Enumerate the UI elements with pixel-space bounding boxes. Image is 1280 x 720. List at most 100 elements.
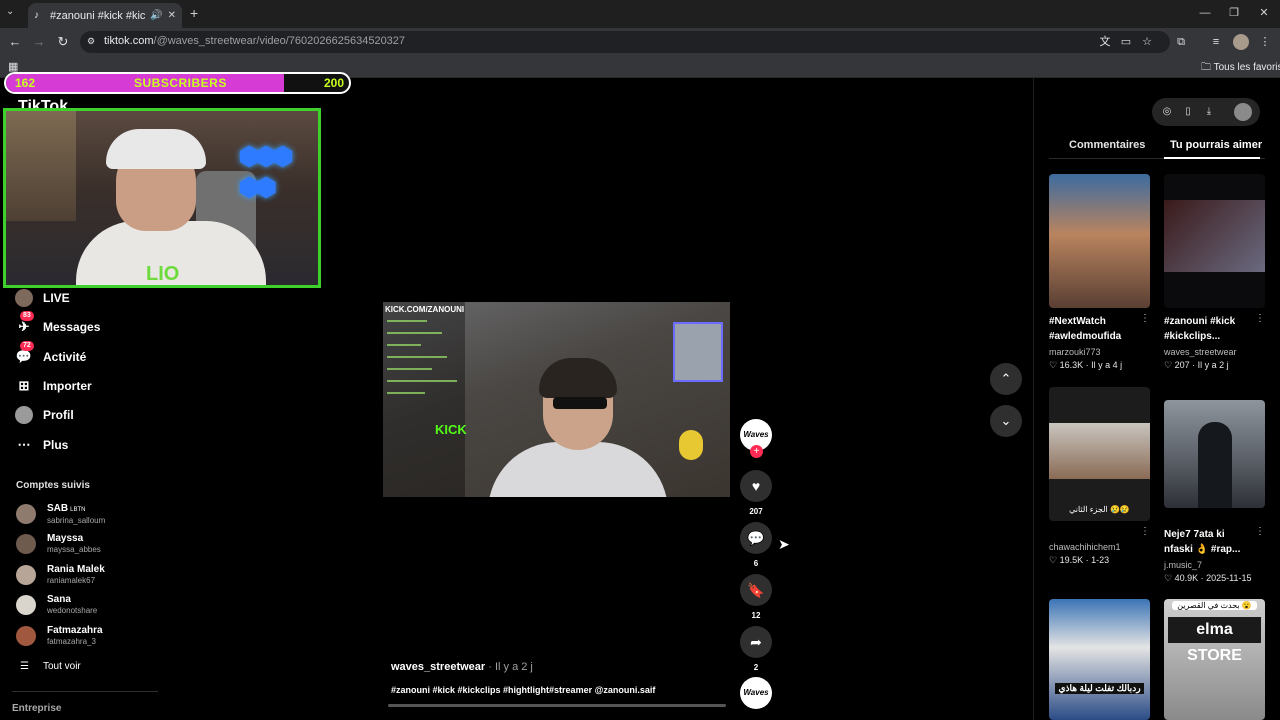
card-more-icon[interactable]: ⋮ [1140, 313, 1150, 324]
avatar [16, 626, 36, 646]
new-tab-icon[interactable]: + [190, 5, 198, 21]
card-user[interactable]: chawachihichem1 [1049, 542, 1121, 552]
following-name: SAB [47, 502, 69, 514]
window-close-icon[interactable]: ✕ [1254, 4, 1274, 22]
card-user[interactable]: waves_streetwear [1164, 347, 1237, 357]
video-description[interactable]: #zanouni #kick #kickclips #hightlight#st… [391, 685, 655, 695]
messages-icon: ✈ 83 [14, 311, 34, 337]
store-sign: elma STORE [1168, 617, 1261, 664]
video-thumbnail[interactable] [1164, 400, 1265, 508]
thumbnail-caption: الجزء الثاني 😢😢 [1069, 505, 1130, 514]
video-thumbnail[interactable]: الجزء الثاني 😢😢 [1049, 387, 1150, 521]
tab-recommendations[interactable]: Tu pourrais aimer [1170, 139, 1262, 151]
following-title: Comptes suivis [16, 480, 90, 491]
following-item[interactable]: Mayssa mayssa_abbes [16, 531, 101, 557]
sound-disc-avatar[interactable]: Waves [740, 677, 772, 709]
nav-activity[interactable]: 💬 72 Activité [14, 341, 86, 368]
chat-line [387, 320, 427, 322]
share-count: 2 [753, 663, 759, 672]
share-icon[interactable]: ➦ [740, 626, 772, 658]
tab-search-icon[interactable]: ⌄ [6, 6, 14, 17]
phone-icon[interactable]: ▯ [1180, 104, 1196, 120]
menu-kebab-icon[interactable]: ⋮ [1257, 34, 1273, 50]
see-all-link[interactable]: ☰ Tout voir [20, 661, 81, 672]
bookmark-icon[interactable]: 🔖 [740, 574, 772, 606]
card-more-icon[interactable]: ⋮ [1140, 526, 1150, 537]
following-item[interactable]: SAB LBTN sabrina_salloum [16, 501, 105, 527]
following-item[interactable]: Sana wedonotshare [16, 592, 97, 618]
video-thumbnail[interactable] [1049, 174, 1150, 308]
avatar [16, 595, 36, 615]
cast-icon[interactable]: ▭ [1118, 34, 1134, 50]
next-video-icon[interactable]: ⌄ [990, 405, 1022, 437]
chat-line [387, 380, 457, 382]
streamer-hair [539, 358, 617, 398]
nav-live-label: LIVE [43, 291, 70, 305]
avatar [16, 504, 36, 524]
messages-badge: 83 [20, 311, 34, 321]
tab-comments[interactable]: Commentaires [1069, 139, 1145, 151]
chat-line [387, 332, 442, 334]
nav-messages[interactable]: ✈ 83 Messages [14, 311, 100, 338]
card-more-icon[interactable]: ⋮ [1255, 313, 1265, 324]
nav-more-label: Plus [43, 438, 69, 452]
card-date: Il y a 4 j [1091, 360, 1123, 370]
media-control-icon[interactable]: ≡ [1208, 34, 1224, 50]
browser-tab[interactable]: ♪ #zanouni #kick #kickclips # 🔊 ✕ [28, 3, 182, 28]
like-heart-icon[interactable]: ♥ [740, 470, 772, 502]
video-thumbnail[interactable]: بحدث في القصرين 😮 elma STORE [1164, 599, 1265, 720]
reload-icon[interactable]: ↻ [54, 33, 72, 51]
card-user[interactable]: marzouki773 [1049, 347, 1101, 357]
compass-icon[interactable]: ◎ [1159, 104, 1175, 120]
all-bookmarks[interactable]: 🗀 Tous les favoris [1201, 60, 1280, 77]
follow-plus-icon[interactable]: + [750, 445, 763, 458]
avatar[interactable] [1234, 103, 1252, 121]
kick-sign: KICK [435, 422, 467, 437]
translate-icon[interactable]: 文 [1097, 34, 1113, 50]
back-icon[interactable]: ← [6, 33, 24, 51]
heart-icon: ♡ [1164, 573, 1175, 583]
video-thumbnail[interactable]: ردبالك تفلت ليلة هاذي [1049, 599, 1150, 720]
card-more-icon[interactable]: ⋮ [1255, 526, 1265, 537]
card-stats: ♡ 207 · Il y a 2 j [1164, 360, 1229, 370]
extensions-icon[interactable]: ⧉ [1173, 34, 1189, 50]
activity-badge: 72 [20, 341, 34, 351]
card-likes: 207 [1174, 360, 1190, 370]
video-thumbnail[interactable] [1164, 174, 1265, 308]
comment-icon[interactable]: 💬 [740, 522, 772, 554]
video-progress-bar[interactable] [388, 704, 726, 707]
card-title[interactable]: Neje7 7ata ki nfaski 👌 #rap... [1164, 527, 1256, 557]
minimize-icon[interactable]: — [1195, 4, 1215, 22]
nav-more[interactable]: ⋯ Plus [14, 434, 69, 456]
card-title[interactable]: #zanouni #kick #kickclips... [1164, 314, 1256, 344]
profile-icon [14, 405, 34, 425]
more-icon: ⋯ [17, 437, 31, 452]
forward-icon[interactable]: → [30, 33, 48, 51]
card-title[interactable]: #NextWatch #awledmoufida [1049, 314, 1141, 344]
previous-video-icon[interactable]: ⌃ [990, 363, 1022, 395]
following-item[interactable]: Fatmazahra fatmazahra_3 [16, 623, 103, 649]
site-info-icon[interactable]: ⚙ [87, 36, 95, 47]
video-author[interactable]: waves_streetwear · Il y a 2 j [391, 661, 533, 673]
profile-avatar[interactable] [1233, 34, 1249, 50]
card-user[interactable]: j.music_7 [1164, 560, 1202, 570]
comment-count: 6 [753, 559, 759, 568]
cam-person-cap [106, 129, 206, 169]
sidebar-divider [12, 691, 158, 692]
nav-upload[interactable]: ⊞ Importer [14, 375, 92, 397]
following-handle: wedonotshare [47, 606, 98, 615]
nav-live[interactable]: LIVE [14, 287, 70, 309]
following-item[interactable]: Rania Malek raniamalek67 [16, 562, 105, 588]
download-icon[interactable]: ⤓ [1201, 104, 1217, 120]
bookmark-star-icon[interactable]: ☆ [1139, 34, 1155, 50]
restore-icon[interactable]: ❐ [1224, 4, 1244, 22]
tab-close-icon[interactable]: ✕ [168, 10, 176, 21]
card-date: Il y a 2 j [1197, 360, 1229, 370]
see-all-label: Tout voir [42, 661, 81, 672]
nav-profile[interactable]: Profil [14, 404, 74, 426]
following-handle: raniamalek67 [47, 576, 96, 585]
card-stats: ♡ 19.5K · 1-23 [1049, 555, 1110, 565]
video-player[interactable]: KICK.COM/ZANOUNI KICK [383, 302, 730, 497]
footer-entreprise[interactable]: Entreprise [12, 703, 61, 714]
tab-audio-icon[interactable]: 🔊 [150, 10, 162, 21]
